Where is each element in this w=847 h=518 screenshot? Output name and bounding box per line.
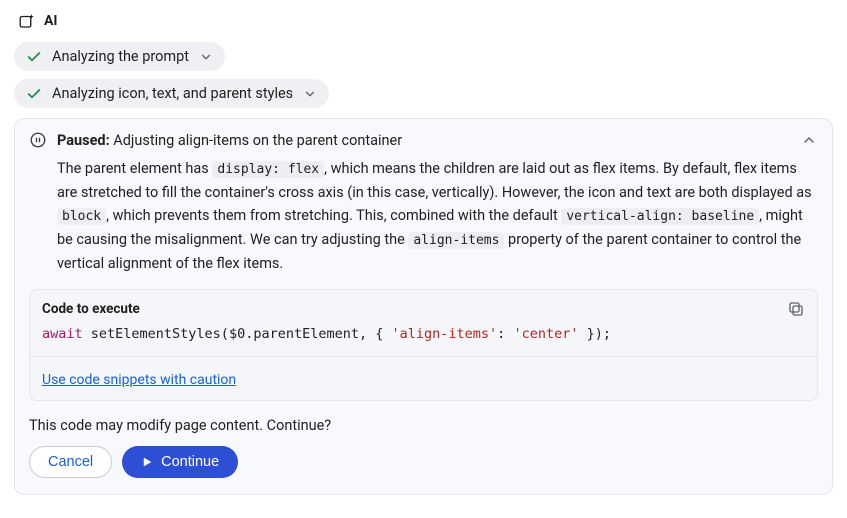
step-chips: Analyzing the prompt Analyzing icon, tex… [14,42,833,108]
ai-panel: AI Analyzing the prompt Analyzing icon, … [0,0,847,518]
pause-icon [29,131,47,149]
cancel-button[interactable]: Cancel [29,446,112,478]
caution-link[interactable]: Use code snippets with caution [42,372,236,388]
inline-code: align-items [408,232,504,249]
confirm-actions: Cancel Continue [29,446,818,478]
cancel-label: Cancel [48,454,93,470]
copy-button[interactable] [787,300,805,318]
step-chip-analyze-styles[interactable]: Analyzing icon, text, and parent styles [14,79,329,108]
step-chip-analyze-prompt[interactable]: Analyzing the prompt [14,42,225,71]
chevron-down-icon [303,87,317,101]
continue-button[interactable]: Continue [122,446,238,478]
step-label: Analyzing icon, text, and parent styles [52,85,293,102]
panel-title: AI [44,13,58,29]
paused-title-line: Paused: Adjusting align-items on the par… [57,132,790,149]
paused-explanation: The parent element has display: flex , wh… [29,157,818,275]
explain-text: , which prevents them from stretching. T… [106,207,561,224]
play-icon [141,456,153,468]
code-token-keyword: await [42,326,83,342]
code-body: await setElementStyles($0.parentElement,… [30,324,817,356]
explain-text: The parent element has [57,160,212,177]
inline-code: block [57,208,106,225]
code-token: setElementStyles($0.parentElement, { [83,326,392,342]
continue-label: Continue [161,454,219,470]
code-card-header: Code to execute [30,290,817,324]
check-icon [26,49,42,65]
code-token-string: 'align-items' [392,326,498,342]
paused-card: Paused: Adjusting align-items on the par… [14,118,833,495]
code-token: }); [578,326,611,342]
code-token-string: 'center' [513,326,578,342]
inline-code: vertical-align: baseline [561,208,759,225]
inline-code: display: flex [212,161,324,178]
panel-header: AI [14,12,833,30]
paused-title: Adjusting align-items on the parent cont… [113,132,402,149]
confirm-text: This code may modify page content. Conti… [29,417,818,434]
ai-spark-icon [18,12,36,30]
chevron-down-icon [199,50,213,64]
step-label: Analyzing the prompt [52,48,189,65]
check-icon [26,86,42,102]
code-token: : [497,326,513,342]
caution-row: Use code snippets with caution [30,356,817,400]
code-card: Code to execute await setElementStyles($… [29,289,818,401]
code-title: Code to execute [42,301,787,317]
paused-badge: Paused: [57,132,110,149]
paused-card-header: Paused: Adjusting align-items on the par… [29,129,818,157]
collapse-button[interactable] [800,131,818,149]
